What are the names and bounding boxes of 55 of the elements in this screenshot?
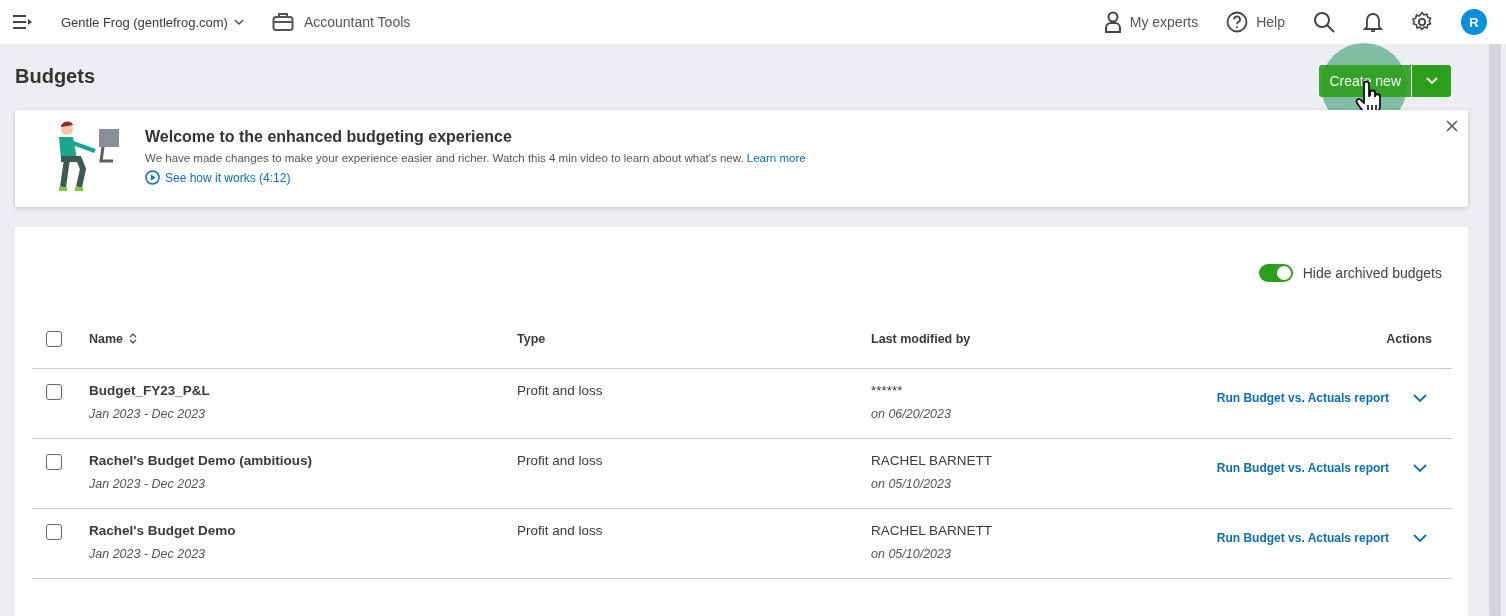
run-report-link[interactable]: Run Budget vs. Actuals report <box>1216 531 1389 545</box>
sort-icon[interactable] <box>129 333 138 344</box>
modified-date: on 06/20/2023 <box>871 407 952 421</box>
video-link[interactable]: See how it works (4:12) <box>145 170 291 185</box>
modified-date: on 05/10/2023 <box>871 477 952 491</box>
column-header: Last modified by <box>871 331 972 346</box>
budget-type: Profit and loss <box>517 383 604 398</box>
column-header: Type <box>517 331 547 346</box>
budget-period: Jan 2023 - Dec 2023 <box>89 547 207 561</box>
accountant-tools-button[interactable]: Accountant Tools <box>271 12 411 32</box>
row-checkbox[interactable] <box>46 454 62 470</box>
briefcase-icon <box>271 12 294 32</box>
budget-name: Rachel's Budget Demo <box>89 523 237 538</box>
learn-more-link[interactable]: Learn more <box>746 152 806 164</box>
notifications-icon[interactable] <box>1363 11 1383 33</box>
modified-by: RACHEL BARNETT <box>871 523 994 538</box>
banner-text: We have made changes to make your experience easier and richer. Watch this 4 min video to learn about what's new. Learn more <box>145 152 806 164</box>
chevron-down-icon <box>233 18 244 26</box>
budget-name: Budget_FY23_P&L <box>89 383 211 398</box>
chevron-down-icon[interactable] <box>1413 463 1427 473</box>
search-icon[interactable] <box>1313 11 1335 33</box>
column-header[interactable]: Name <box>89 331 517 346</box>
chevron-down-icon[interactable] <box>1413 393 1427 403</box>
scrollbar[interactable] <box>1489 44 1501 616</box>
budget-type: Profit and loss <box>517 453 604 468</box>
play-icon <box>145 170 160 185</box>
help-icon <box>1226 11 1249 33</box>
person-icon <box>1103 11 1122 33</box>
avatar[interactable]: R <box>1461 9 1487 35</box>
settings-icon[interactable] <box>1411 11 1433 33</box>
budget-period: Jan 2023 - Dec 2023 <box>89 407 207 421</box>
chevron-down-icon <box>1425 77 1438 85</box>
page-title: Budgets <box>15 64 95 88</box>
column-header: Actions <box>1386 331 1433 346</box>
my-experts-button[interactable]: My experts <box>1103 11 1199 33</box>
modified-by: ****** <box>871 383 904 398</box>
row-checkbox[interactable] <box>46 384 62 400</box>
company-switcher[interactable]: Gentle Frog (gentlefrog.com) <box>61 14 244 30</box>
modified-by: RACHEL BARNETT <box>871 453 994 468</box>
dropdown-button[interactable] <box>1412 64 1451 97</box>
help-button[interactable]: Help <box>1226 11 1285 33</box>
run-report-link[interactable]: Run Budget vs. Actuals report <box>1216 461 1389 475</box>
toggle-label: Hide archived budgets <box>1302 265 1442 281</box>
budget-name: Rachel's Budget Demo (ambitious) <box>89 453 313 468</box>
banner-title: Welcome to the enhanced budgeting experience <box>145 128 513 146</box>
modified-date: on 05/10/2023 <box>871 547 952 561</box>
row-checkbox[interactable] <box>46 524 62 540</box>
budget-type: Profit and loss <box>517 523 604 538</box>
budget-period: Jan 2023 - Dec 2023 <box>89 477 207 491</box>
toggle-switch[interactable] <box>1258 264 1293 282</box>
chevron-down-icon[interactable] <box>1413 533 1427 543</box>
select-all-checkbox[interactable] <box>46 330 62 347</box>
run-report-link[interactable]: Run Budget vs. Actuals report <box>1216 391 1389 405</box>
close-icon[interactable] <box>1446 120 1458 132</box>
menu-icon[interactable] <box>13 15 33 29</box>
